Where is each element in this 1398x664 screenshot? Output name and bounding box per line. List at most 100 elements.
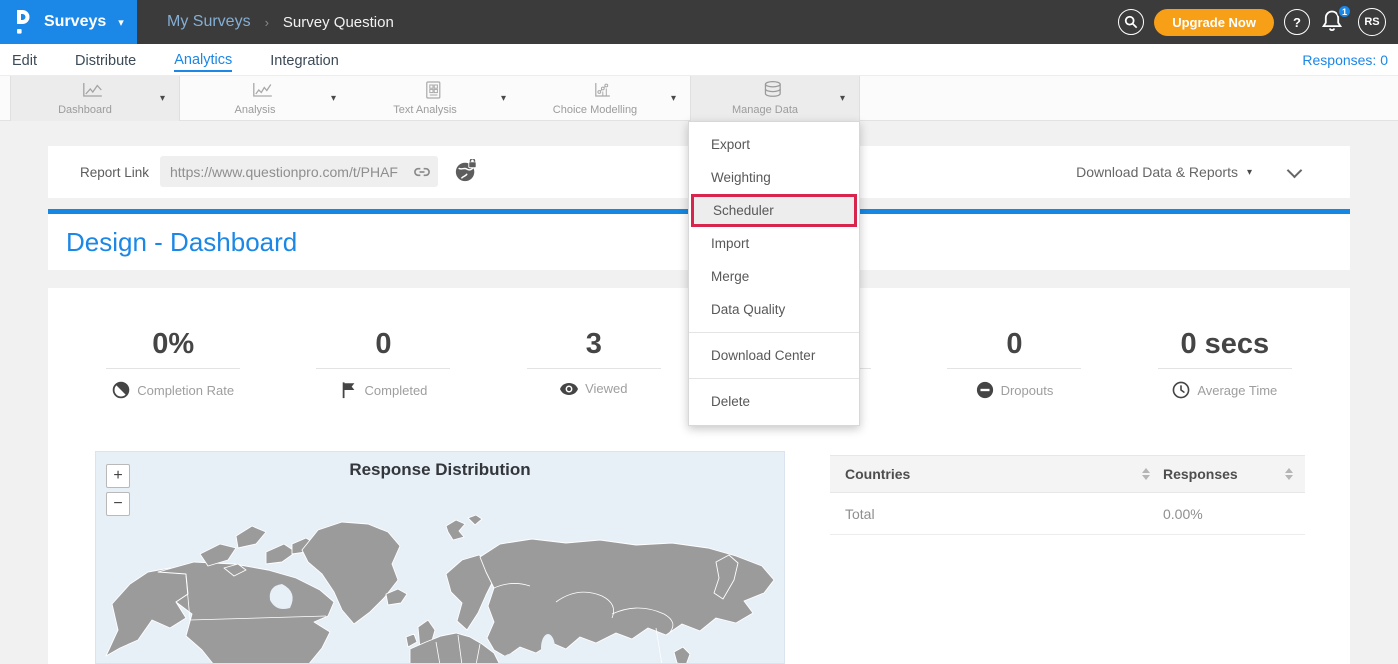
table-header: Countries Responses — [830, 455, 1305, 493]
stat-completed: 0 Completed — [278, 326, 488, 399]
breadcrumb-separator: › — [265, 15, 269, 30]
nav-tab-edit[interactable]: Edit — [12, 49, 37, 71]
stat-label: Average Time — [1197, 383, 1277, 398]
globe-lock-icon[interactable] — [454, 159, 478, 183]
avatar-initials: RS — [1364, 16, 1379, 28]
menu-item-data-quality[interactable]: Data Quality — [689, 293, 859, 326]
search-button[interactable] — [1118, 9, 1144, 35]
menu-separator — [689, 378, 859, 379]
help-button[interactable]: ? — [1284, 9, 1310, 35]
analytics-toolbar: Dashboard ▾ Analysis ▾ Text Analysis ▾ — [0, 75, 1398, 121]
scatter-chart-icon — [592, 81, 614, 99]
nav-tab-integration[interactable]: Integration — [270, 49, 339, 71]
column-responses[interactable]: Responses — [1163, 466, 1238, 482]
sort-icon[interactable] — [1285, 468, 1293, 480]
notification-badge: 1 — [1337, 4, 1352, 19]
stat-label: Dropouts — [1001, 383, 1054, 398]
half-circle-icon — [112, 381, 130, 399]
tab-label: Dashboard — [11, 104, 159, 116]
tab-text-analysis[interactable]: Text Analysis ▾ — [350, 76, 520, 121]
topbar-actions: Upgrade Now ? 1 RS — [1118, 0, 1386, 44]
chevron-down-icon[interactable]: ▾ — [160, 92, 165, 103]
collapse-chevron-icon[interactable] — [1287, 163, 1303, 179]
database-icon — [761, 81, 784, 100]
row-responses: 0.00% — [1163, 506, 1203, 522]
tab-manage-data[interactable]: Manage Data ▾ — [690, 76, 860, 121]
map-zoom-out-button[interactable]: − — [106, 492, 130, 516]
menu-item-weighting[interactable]: Weighting — [689, 161, 859, 194]
document-grid-icon — [422, 81, 444, 99]
notifications-button[interactable]: 1 — [1320, 8, 1348, 36]
column-countries[interactable]: Countries — [845, 466, 910, 482]
stat-label: Viewed — [585, 381, 627, 396]
breadcrumb-my-surveys[interactable]: My Surveys — [167, 13, 251, 31]
help-label: ? — [1293, 15, 1301, 30]
world-map — [96, 452, 785, 664]
countries-table: Countries Responses Total 0.00% — [830, 455, 1305, 535]
breadcrumb-current: Survey Question — [283, 14, 394, 31]
survey-section-nav: Edit Distribute Analytics Integration Re… — [0, 44, 1398, 75]
avatar[interactable]: RS — [1358, 8, 1386, 36]
chevron-down-icon[interactable]: ▾ — [331, 92, 336, 103]
upgrade-now-button[interactable]: Upgrade Now — [1154, 9, 1274, 36]
chevron-down-icon[interactable]: ▾ — [840, 92, 845, 103]
menu-separator — [689, 332, 859, 333]
tab-analysis[interactable]: Analysis ▾ — [180, 76, 350, 121]
search-icon — [1124, 15, 1138, 29]
report-link-label: Report Link — [80, 146, 149, 198]
page-title: Design - Dashboard — [66, 214, 297, 270]
questionpro-dashboard: Surveys ▾ My Surveys › Survey Question U… — [0, 0, 1398, 664]
minus-circle-icon — [976, 381, 994, 399]
stat-value: 0 secs — [1120, 326, 1330, 362]
stat-dropouts: 0 Dropouts — [909, 326, 1119, 399]
brand-label: Surveys — [44, 13, 106, 31]
stat-viewed: 3 Viewed — [489, 326, 699, 399]
menu-item-scheduler[interactable]: Scheduler — [691, 194, 857, 227]
responses-count: Responses: 0 — [1302, 44, 1388, 75]
clock-icon — [1172, 381, 1190, 399]
stat-value: 0% — [68, 326, 278, 362]
nav-tab-distribute[interactable]: Distribute — [75, 49, 136, 71]
menu-item-download-center[interactable]: Download Center — [689, 339, 859, 372]
stat-value: 3 — [489, 326, 699, 362]
line-chart-icon — [252, 81, 274, 99]
download-data-reports-dropdown[interactable]: Download Data & Reports ▾ — [1076, 146, 1252, 198]
stat-average-time: 0 secs Average Time — [1120, 326, 1330, 399]
tab-choice-modelling[interactable]: Choice Modelling ▾ — [520, 76, 690, 121]
tab-label: Manage Data — [691, 104, 839, 116]
eye-icon — [560, 382, 578, 396]
menu-item-export[interactable]: Export — [689, 128, 859, 161]
map-title: Response Distribution — [96, 460, 784, 480]
questionpro-logo-icon — [14, 8, 34, 36]
stat-value: 0 — [278, 326, 488, 362]
stat-label: Completed — [365, 383, 428, 398]
stat-value: 0 — [909, 326, 1119, 362]
tab-label: Analysis — [180, 104, 330, 116]
map-zoom-in-button[interactable]: + — [106, 464, 130, 488]
line-chart-icon — [82, 81, 104, 99]
top-navbar: Surveys ▾ My Surveys › Survey Question U… — [0, 0, 1398, 44]
link-icon[interactable] — [412, 162, 432, 182]
download-data-reports-label: Download Data & Reports — [1076, 164, 1238, 180]
menu-item-merge[interactable]: Merge — [689, 260, 859, 293]
nav-tab-analytics[interactable]: Analytics — [174, 48, 232, 72]
flag-icon — [340, 381, 358, 399]
response-distribution-map[interactable]: Response Distribution + − — [95, 451, 785, 664]
report-url-input[interactable] — [160, 164, 412, 180]
table-row: Total 0.00% — [830, 493, 1305, 535]
chevron-down-icon[interactable]: ▾ — [671, 92, 676, 103]
breadcrumb: My Surveys › Survey Question — [167, 0, 394, 44]
chevron-down-icon[interactable]: ▾ — [501, 92, 506, 103]
stat-label: Completion Rate — [137, 383, 234, 398]
stat-completion-rate: 0% Completion Rate — [68, 326, 278, 399]
tab-label: Text Analysis — [350, 104, 500, 116]
report-url-box — [160, 156, 438, 187]
surveys-menu-button[interactable]: Surveys ▾ — [0, 0, 137, 44]
tab-dashboard[interactable]: Dashboard ▾ — [10, 76, 180, 121]
chevron-down-icon: ▾ — [118, 16, 124, 29]
menu-item-import[interactable]: Import — [689, 227, 859, 260]
chevron-down-icon: ▾ — [1247, 167, 1252, 178]
manage-data-dropdown: Export Weighting Scheduler Import Merge … — [688, 121, 860, 426]
menu-item-delete[interactable]: Delete — [689, 385, 859, 418]
sort-icon[interactable] — [1142, 468, 1150, 480]
